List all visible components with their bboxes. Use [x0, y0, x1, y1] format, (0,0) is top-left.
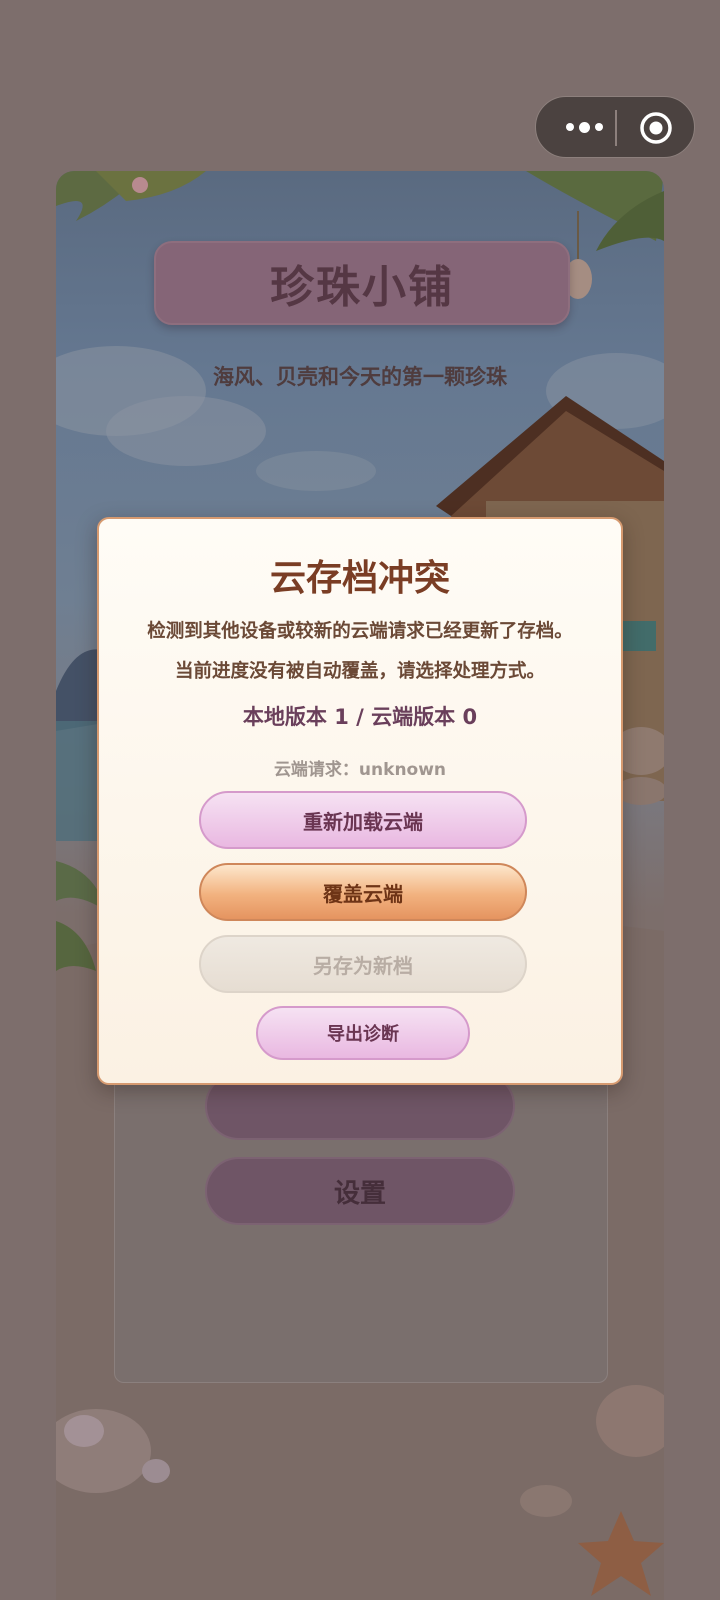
target-circle-icon [640, 112, 672, 144]
more-dots-icon [565, 121, 603, 133]
save-as-new-button-label: 另存为新档 [313, 953, 413, 978]
overwrite-cloud-button-label: 覆盖云端 [323, 881, 403, 906]
version-info: 本地版本 1 / 云端版本 0 [242, 705, 478, 729]
save-as-new-button[interactable]: 另存为新档 [199, 935, 527, 993]
game-title: 珍珠小铺 [270, 262, 454, 313]
game-subtitle: 海风、贝壳和今天的第一颗珍珠 [213, 365, 507, 389]
cloud-request-status: 云端请求：unknown [273, 760, 447, 780]
reload-cloud-button-label: 重新加载云端 [303, 809, 423, 834]
settings-button-label: 设置 [333, 1178, 386, 1209]
reload-cloud-button[interactable]: 重新加载云端 [199, 791, 527, 849]
capsule-divider [615, 110, 617, 146]
export-diagnostics-button[interactable]: 导出诊断 [256, 1006, 470, 1060]
capsule-menu [535, 96, 695, 158]
main-menu-panel: 设置 [114, 1051, 608, 1383]
close-mini-program-button[interactable] [639, 111, 673, 145]
settings-button[interactable]: 设置 [205, 1157, 515, 1225]
more-button[interactable] [556, 107, 612, 147]
game-title-board: 珍珠小铺 [154, 241, 570, 325]
dialog-title: 云存档冲突 [269, 558, 450, 599]
dialog-message-line2: 当前进度没有被自动覆盖，请选择处理方式。 [174, 661, 545, 682]
dialog-message-line1: 检测到其他设备或较新的云端请求已经更新了存档。 [147, 621, 573, 642]
export-diagnostics-button-label: 导出诊断 [327, 1024, 399, 1045]
overwrite-cloud-button[interactable]: 覆盖云端 [199, 863, 527, 921]
cloud-save-conflict-dialog: 云存档冲突 检测到其他设备或较新的云端请求已经更新了存档。 当前进度没有被自动覆… [97, 517, 623, 1085]
